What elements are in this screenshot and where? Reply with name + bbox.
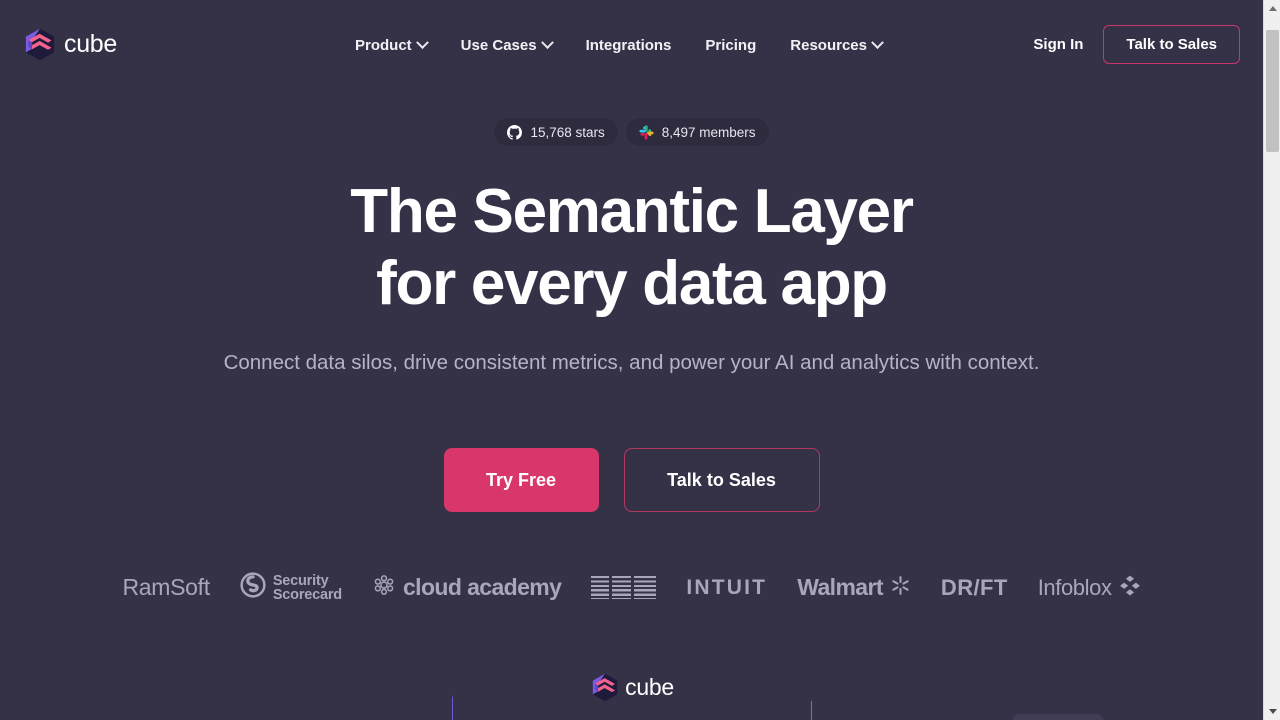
header-actions: Sign In Talk to Sales	[1013, 25, 1240, 64]
panel-brand-logo: cube	[578, 672, 688, 702]
page-title: The Semantic Layer for every data app	[0, 176, 1263, 320]
scrollbar-thumb[interactable]	[1266, 30, 1279, 152]
logo-walmart: Walmart	[782, 574, 926, 601]
hero-talk-to-sales-button[interactable]: Talk to Sales	[623, 448, 820, 512]
logo-security-scorecard: Security Scorecard	[225, 572, 357, 603]
nav-item-pricing[interactable]: Pricing	[688, 37, 773, 54]
logo-label: cloud academy	[402, 574, 562, 600]
gradient-bordered-panel: cube	[452, 672, 813, 720]
slack-icon	[639, 124, 654, 140]
main-nav: Product Use Cases Integrations Pricing R…	[355, 32, 899, 58]
brand-logo[interactable]: cube	[25, 28, 117, 61]
github-stars-badge[interactable]: 15,768 stars	[494, 118, 618, 146]
logo-ibm	[576, 576, 671, 599]
slack-members-label: 8,497 members	[661, 124, 756, 140]
customer-logo-strip: RamSoft Security Scorecard cloud academy…	[0, 572, 1263, 603]
hero-subtitle-text: Connect data silos, drive consistent met…	[223, 351, 1040, 374]
nav-item-integrations[interactable]: Integrations	[569, 37, 689, 54]
hero-badges: 15,768 stars 8,497 members	[0, 118, 1263, 146]
logo-cloud-academy: cloud academy	[357, 573, 576, 602]
nav-item-use-cases[interactable]: Use Cases	[444, 35, 569, 54]
infoblox-mark-icon	[1119, 574, 1141, 601]
brand-name: cube	[64, 30, 118, 58]
nav-item-label: Product	[355, 36, 412, 54]
headline-line-1: The Semantic Layer	[350, 177, 914, 246]
header-talk-to-sales-button[interactable]: Talk to Sales	[1103, 25, 1240, 64]
slack-members-badge[interactable]: 8,497 members	[625, 118, 769, 146]
logo-drift: DR/FT	[926, 575, 1023, 601]
logo-label: DR/FT	[940, 574, 1008, 600]
vertical-scrollbar[interactable]	[1263, 0, 1280, 720]
security-scorecard-mark-icon	[240, 572, 266, 603]
try-free-button[interactable]: Try Free	[443, 448, 599, 512]
scroll-down-arrow-icon[interactable]	[1264, 703, 1280, 720]
nav-item-label: Use Cases	[460, 36, 537, 54]
logo-label-line2: Scorecard	[272, 586, 342, 603]
logo-label: Walmart	[797, 574, 883, 600]
chevron-down-icon	[540, 35, 554, 49]
nav-item-label: Resources	[790, 36, 867, 54]
nav-item-label: Pricing	[705, 36, 757, 54]
logo-label: INTUIT	[686, 575, 768, 599]
logo-label-line1: Security	[272, 572, 329, 589]
panel-brand-name: cube	[625, 673, 674, 700]
nav-item-resources[interactable]: Resources	[773, 35, 899, 54]
logo-intuit: INTUIT	[671, 576, 782, 600]
panel-notch: cube	[453, 672, 813, 702]
github-stars-label: 15,768 stars	[530, 124, 605, 140]
logo-ramsoft: RamSoft	[107, 574, 224, 601]
chevron-down-icon	[871, 35, 884, 49]
hero-cta-group: Try Free Talk to Sales	[0, 448, 1263, 512]
scroll-up-arrow-icon[interactable]	[1264, 0, 1280, 17]
logo-label: Infoblox	[1037, 574, 1112, 600]
nav-item-label: Integrations	[585, 36, 672, 54]
sign-in-link[interactable]: Sign In	[1013, 36, 1103, 53]
walmart-spark-icon	[890, 575, 911, 601]
page-canvas: cube Product Use Cases Integrations Pric…	[0, 0, 1263, 720]
cube-logo-icon	[25, 28, 55, 61]
cube-logo-icon	[592, 673, 618, 702]
site-header: cube Product Use Cases Integrations Pric…	[0, 0, 1263, 88]
ibm-wordmark-icon	[591, 576, 657, 599]
headline-line-2: for every data app	[376, 249, 888, 318]
logo-label: RamSoft	[122, 574, 210, 600]
chevron-down-icon	[415, 35, 429, 49]
cloud-academy-mark-icon	[372, 573, 396, 602]
logo-infoblox: Infoblox	[1023, 574, 1156, 601]
nav-item-product[interactable]: Product	[355, 35, 444, 54]
github-icon	[507, 124, 523, 140]
hero-subtitle: Connect data silos, drive consistent met…	[0, 345, 1263, 381]
logo-label: Security Scorecard	[272, 572, 342, 603]
below-fold-pill	[1012, 714, 1104, 720]
